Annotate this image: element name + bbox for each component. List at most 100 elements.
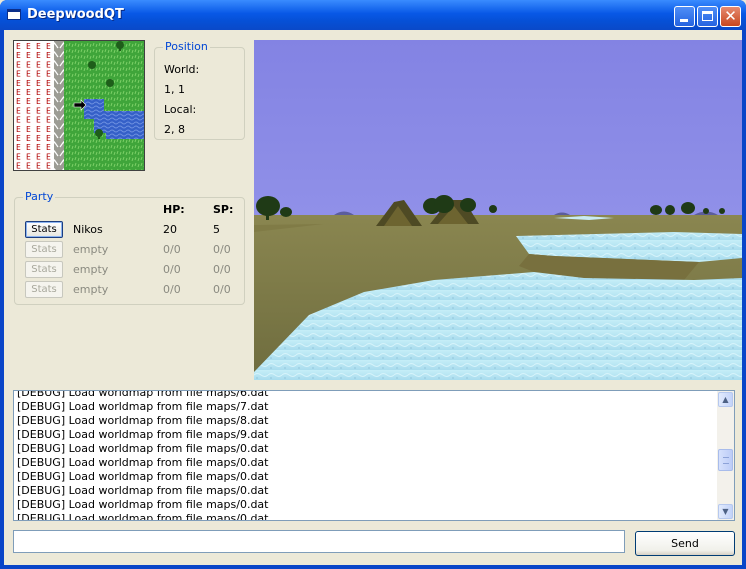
unexplored-tile: E — [36, 60, 41, 69]
stats-button-1[interactable]: Stats — [25, 221, 63, 238]
unexplored-tile: E — [36, 51, 41, 60]
console-line: [DEBUG] Load worldmap from file maps/0.d… — [17, 442, 269, 455]
console-line: [DEBUG] Load worldmap from file maps/0.d… — [17, 456, 269, 469]
unexplored-tile: E — [16, 42, 21, 51]
hp-header: HP: — [163, 203, 185, 216]
console-log[interactable]: [DEBUG] Load worldmap from file maps/6.d… — [13, 390, 735, 521]
position-group-title: Position — [163, 40, 210, 53]
local-label: Local: — [164, 103, 197, 116]
unexplored-tile: E — [26, 88, 31, 97]
unexplored-tile: E — [46, 162, 51, 170]
console-line: [DEBUG] Load worldmap from file maps/7.d… — [17, 400, 269, 413]
console-line: [DEBUG] Load worldmap from file maps/6.d… — [17, 390, 269, 399]
unexplored-tile: E — [26, 106, 31, 115]
chevron-up-icon: ▲ — [722, 395, 729, 404]
member-sp-3: 0/0 — [213, 263, 231, 276]
world-value: 1, 1 — [164, 83, 185, 96]
unexplored-tile: E — [16, 51, 21, 60]
unexplored-tile: E — [36, 106, 41, 115]
unexplored-tile: E — [26, 42, 31, 51]
minimap[interactable]: EEEEEEEEEEEEEEEEEEEEEEEEEEEEEEEEEEEEEEEE… — [13, 40, 145, 171]
console-line: [DEBUG] Load worldmap from file maps/0.d… — [17, 484, 269, 497]
console-line: [DEBUG] Load worldmap from file maps/0.d… — [17, 512, 269, 521]
member-hp-3: 0/0 — [163, 263, 181, 276]
unexplored-tile: E — [46, 70, 51, 79]
console-line: [DEBUG] Load worldmap from file maps/9.d… — [17, 428, 269, 441]
scroll-thumb[interactable] — [718, 449, 733, 471]
minimap-canvas: E E E EE E E EE E E EE E E EE E E EE E E EE E E EE E E EE E E EE E E E… — [14, 41, 144, 170]
window-icon — [7, 9, 21, 20]
unexplored-tile: E — [26, 116, 31, 125]
party-group-title: Party — [23, 190, 56, 203]
minimize-button[interactable] — [674, 6, 695, 27]
unexplored-tile: E — [46, 134, 51, 143]
member-hp-1: 20 — [163, 223, 177, 236]
unexplored-tile: E — [26, 143, 31, 152]
console-line: [DEBUG] Load worldmap from file maps/8.d… — [17, 414, 269, 427]
unexplored-tile: E — [46, 143, 51, 152]
close-icon: ✕ — [724, 7, 737, 25]
unexplored-tile: E — [26, 125, 31, 134]
unexplored-tile: E — [26, 51, 31, 60]
unexplored-tile: E — [36, 152, 41, 161]
close-button[interactable]: ✕ — [720, 6, 741, 27]
console-lines: [DEBUG] Load worldmap from file maps/6.d… — [17, 390, 717, 521]
scroll-down-button[interactable]: ▼ — [718, 504, 733, 519]
unexplored-tile: E — [16, 152, 21, 161]
member-hp-4: 0/0 — [163, 283, 181, 296]
world-label: World: — [164, 63, 200, 76]
unexplored-tile: E — [26, 60, 31, 69]
console-line: [DEBUG] Load worldmap from file maps/0.d… — [17, 470, 269, 483]
command-input[interactable] — [13, 530, 625, 553]
unexplored-tile: E — [36, 162, 41, 170]
unexplored-tile: E — [26, 70, 31, 79]
stats-button-3[interactable]: Stats — [25, 261, 63, 278]
unexplored-tile: E — [26, 162, 31, 170]
unexplored-tile: E — [46, 152, 51, 161]
unexplored-tile: E — [16, 79, 21, 88]
unexplored-tile: E — [46, 88, 51, 97]
unexplored-tile: E — [26, 134, 31, 143]
unexplored-tile: E — [16, 60, 21, 69]
unexplored-tile: E — [36, 88, 41, 97]
unexplored-tile: E — [16, 106, 21, 115]
unexplored-tile: E — [16, 116, 21, 125]
title-bar[interactable]: DeepwoodQT ✕ — [0, 0, 746, 30]
member-name-1: Nikos — [73, 223, 103, 236]
game-3d-view[interactable] — [254, 40, 742, 380]
unexplored-tile: E — [26, 79, 31, 88]
unexplored-tile: E — [26, 97, 31, 106]
member-sp-4: 0/0 — [213, 283, 231, 296]
unexplored-tile: E — [46, 125, 51, 134]
unexplored-tile: E — [36, 70, 41, 79]
unexplored-tile: E — [46, 106, 51, 115]
stats-button-2[interactable]: Stats — [25, 241, 63, 258]
unexplored-tile: E — [36, 97, 41, 106]
unexplored-tile: E — [36, 134, 41, 143]
sp-header: SP: — [213, 203, 234, 216]
unexplored-tile: E — [16, 70, 21, 79]
unexplored-tile: E — [16, 88, 21, 97]
member-name-4: empty — [73, 283, 109, 296]
unexplored-tile: E — [36, 125, 41, 134]
unexplored-tile: E — [36, 116, 41, 125]
maximize-button[interactable] — [697, 6, 718, 27]
unexplored-tile: E — [46, 60, 51, 69]
unexplored-tile: E — [16, 97, 21, 106]
unexplored-tile: E — [36, 42, 41, 51]
member-hp-2: 0/0 — [163, 243, 181, 256]
scene-canvas — [254, 40, 742, 380]
unexplored-tile: E — [46, 42, 51, 51]
send-button[interactable]: Send — [635, 531, 735, 556]
stats-button-4[interactable]: Stats — [25, 281, 63, 298]
scroll-up-button[interactable]: ▲ — [718, 392, 733, 407]
window-title: DeepwoodQT — [27, 7, 124, 22]
chevron-down-icon: ▼ — [722, 507, 729, 516]
unexplored-tile: E — [26, 152, 31, 161]
member-name-3: empty — [73, 263, 109, 276]
unexplored-tile: E — [46, 79, 51, 88]
minimap-mountains — [54, 41, 64, 170]
console-scrollbar[interactable]: ▲ ▼ — [717, 391, 734, 520]
local-value: 2, 8 — [164, 123, 185, 136]
member-sp-2: 0/0 — [213, 243, 231, 256]
